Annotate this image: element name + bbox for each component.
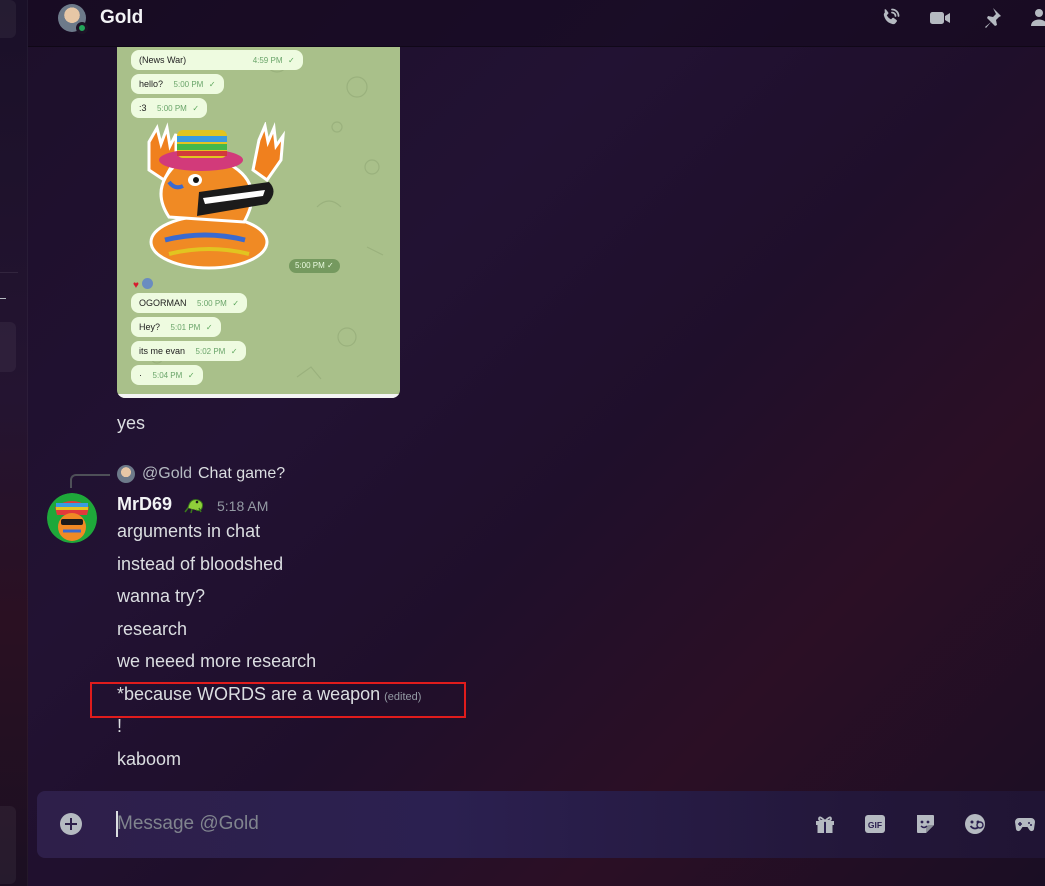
bubble-text: Hey?	[139, 322, 161, 332]
check-icon: ✓	[187, 371, 195, 380]
message-timestamp[interactable]: 5:18 AM	[217, 498, 268, 514]
reply-preview-text[interactable]: Chat game?	[198, 465, 285, 483]
add-attachment-icon[interactable]	[60, 813, 82, 835]
check-icon: ✓	[232, 299, 240, 308]
telegram-bubble: (News War) 4:59 PM ✓	[131, 50, 303, 70]
reply-connector	[70, 474, 110, 488]
check-icon: ✓	[288, 56, 295, 65]
bubble-time: 5:01 PM	[170, 323, 201, 332]
bubble-text: its me evan	[139, 346, 186, 356]
bubble-text: (News War)	[139, 55, 187, 65]
telegram-bubble: its me evan 5:02 PM ✓	[131, 341, 246, 361]
bubble-time: 5:02 PM	[195, 347, 226, 356]
message-input[interactable]	[117, 809, 757, 839]
bubble-time: 5:00 PM	[157, 104, 187, 113]
message-line: we neeed more research	[117, 651, 317, 671]
message-line: !	[117, 716, 123, 736]
heart-icon: ♥	[133, 280, 139, 291]
message-composer: GIF	[37, 791, 1045, 858]
sticker-icon[interactable]	[913, 812, 937, 836]
message-line: instead of bloodshed	[117, 554, 284, 574]
gift-icon[interactable]	[813, 812, 837, 836]
attachment-image[interactable]: (News War) 4:59 PM ✓ hello? 5:00 PM ✓ :3…	[117, 47, 400, 398]
bubble-time: 4:59 PM	[252, 56, 283, 65]
check-icon: ✓	[208, 80, 216, 89]
sticker-time-text: 5:00 PM	[295, 261, 325, 270]
check-icon: ✓	[192, 104, 200, 113]
bubble-time: 5:00 PM	[173, 80, 204, 89]
telegram-bubble: :3 5:00 PM ✓	[131, 98, 208, 118]
sidebar-user-panel[interactable]	[0, 806, 16, 884]
screenshot-bottom-edge	[117, 394, 400, 398]
telegram-bubble: hello? 5:00 PM ✓	[131, 74, 224, 94]
reply-mention[interactable]: @Gold	[142, 465, 192, 483]
sidebar-divider	[0, 272, 18, 273]
author-avatar[interactable]	[47, 493, 97, 543]
sticker-time: 5:00 PM ✓	[289, 259, 340, 273]
author-name[interactable]: MrD69	[117, 494, 172, 515]
pin-icon[interactable]	[979, 6, 1003, 30]
online-status-icon	[76, 22, 88, 34]
telegram-bubble: Hey? 5:01 PM ✓	[131, 317, 221, 337]
sidebar-item[interactable]	[0, 0, 16, 38]
message-line: arguments in chat	[117, 521, 261, 541]
gif-label: GIF	[868, 820, 882, 830]
activity-icon[interactable]	[1013, 812, 1037, 836]
telegram-bubble: · 5:04 PM ✓	[131, 365, 203, 385]
bubble-text: :3	[139, 103, 147, 113]
video-camera-icon[interactable]	[928, 6, 952, 30]
telegram-bubble: OGORMAN 5:00 PM ✓	[131, 293, 248, 313]
message-line: yes	[117, 413, 146, 433]
reactions: ♥	[133, 278, 153, 291]
bubble-text: OGORMAN	[139, 298, 187, 308]
check-icon: ✓	[230, 347, 238, 356]
dinosaur-sticker	[147, 122, 285, 270]
reaction-avatar	[141, 278, 153, 289]
sidebar-edge	[0, 0, 28, 886]
lizard-badge-icon	[184, 499, 203, 514]
gif-icon[interactable]: GIF	[863, 812, 887, 836]
bubble-time: 5:04 PM	[152, 371, 183, 380]
bubble-text: hello?	[139, 79, 164, 89]
phone-call-icon[interactable]	[878, 6, 902, 30]
add-friends-icon[interactable]	[1029, 6, 1045, 30]
annotation-highlight-box	[90, 682, 466, 718]
check-icon: ✓	[205, 323, 213, 332]
reply-avatar[interactable]	[117, 465, 135, 483]
sidebar-item[interactable]	[0, 322, 16, 372]
chat-header: Gold	[28, 0, 1045, 47]
message-line: research	[117, 619, 188, 639]
emoji-icon[interactable]	[963, 812, 987, 836]
check-icon: ✓	[327, 261, 334, 270]
author-avatar-image	[47, 493, 97, 543]
header-title[interactable]: Gold	[100, 7, 143, 29]
sidebar-collapse-icon[interactable]	[0, 298, 6, 299]
message-line: wanna try?	[117, 586, 206, 606]
header-avatar[interactable]	[58, 4, 88, 34]
bubble-time: 5:00 PM	[197, 299, 227, 308]
message-line: kaboom	[117, 749, 182, 769]
bubble-text: ·	[139, 370, 142, 380]
